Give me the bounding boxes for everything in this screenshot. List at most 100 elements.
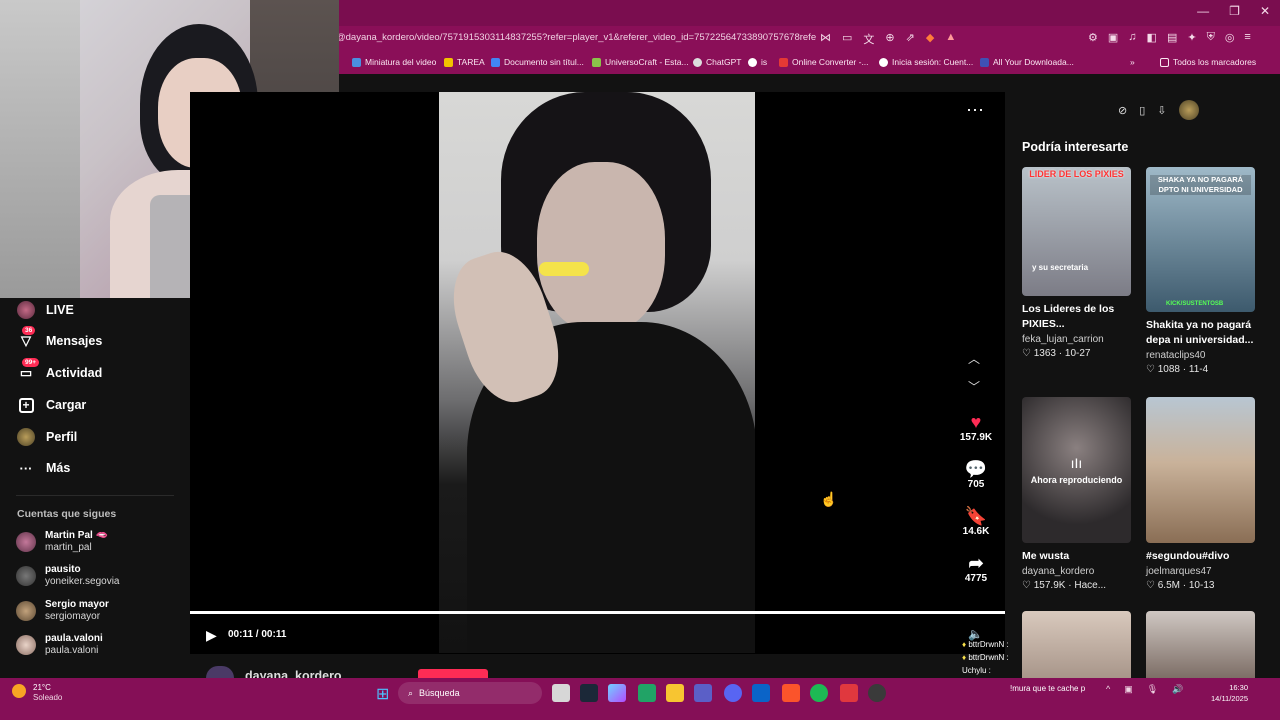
sidebar-item-upload[interactable]: + Cargar [16, 395, 86, 415]
profile-icon [16, 427, 36, 447]
recommendations-title: Podría interesarte [1022, 140, 1129, 154]
sidebar-icon[interactable]: ◧ [1147, 31, 1157, 44]
bookmark-item[interactable]: is [748, 57, 767, 67]
translate-icon[interactable]: 文 [863, 31, 874, 47]
avatar [16, 635, 36, 655]
minimize-icon[interactable]: — [1197, 4, 1209, 18]
sidebar-item-live[interactable]: LIVE [16, 300, 74, 320]
brave-icon[interactable] [782, 684, 800, 702]
bookmark-item[interactable]: UniversoCraft - Esta... [592, 57, 689, 67]
speaker-icon[interactable]: 🔊 [1172, 684, 1183, 695]
all-bookmarks[interactable]: Todos los marcadores [1160, 57, 1256, 67]
share-icon[interactable]: ⇗ [906, 31, 915, 47]
folder-icon [1160, 57, 1169, 67]
spotify-icon[interactable] [810, 684, 828, 702]
play-icon[interactable]: ▶ [206, 627, 217, 644]
vpn-icon[interactable]: ⛨ [1207, 31, 1215, 44]
bookmark-item[interactable]: All Your Downloada... [980, 57, 1074, 67]
following-account[interactable]: Martin Pal 🫦 martin_pal [16, 530, 108, 554]
rec-thumbnail[interactable] [1146, 611, 1255, 678]
rec-card[interactable]: LIDER DE LOS PIXIES y su secretaria Los … [1022, 167, 1131, 359]
taskbar-search[interactable]: ⌕ Búsqueda [398, 682, 542, 704]
menu-icon[interactable]: ≡ [1244, 31, 1250, 44]
following-account[interactable]: Sergio mayor sergiomayor [16, 599, 109, 623]
user-avatar[interactable] [1178, 100, 1199, 120]
sidebar-item-activity[interactable]: ▭ 99+ Actividad [16, 358, 102, 383]
copilot-icon[interactable] [608, 684, 626, 702]
close-icon[interactable]: ✕ [1260, 4, 1270, 18]
more-options-icon[interactable]: ⋯ [966, 100, 984, 121]
following-account[interactable]: pausito yoneiker.segovia [16, 564, 120, 588]
ai-icon[interactable]: ✦ [1187, 31, 1196, 44]
rec-card[interactable]: #segundou#divo joelmarques47 ♡ 6.5M · 10… [1146, 397, 1255, 591]
download-icon[interactable]: ⇩ [1157, 104, 1166, 117]
chat-line: ♦ bttrDrwnN : [962, 640, 1009, 649]
avatar [16, 532, 36, 552]
author-name[interactable]: dayana_kordero [245, 669, 342, 678]
rec-meta: ♡ 1088 · 11-4 [1146, 364, 1209, 375]
rec-thumbnail[interactable] [1022, 611, 1131, 678]
tray-chevron-icon[interactable]: ^ [1106, 684, 1110, 695]
chevron-down-icon[interactable]: ﹀ [968, 378, 980, 395]
weather-icon[interactable] [12, 684, 26, 698]
sidebar-item-profile[interactable]: Perfil [16, 427, 77, 447]
app-icon[interactable] [840, 684, 858, 702]
chevron-up-icon[interactable]: ︿ [968, 350, 980, 367]
obs-icon[interactable] [868, 684, 886, 702]
audio-wave-icon: ıIı [1070, 455, 1083, 471]
bookmark-item[interactable]: Documento sin títul... [491, 57, 584, 67]
comment-button[interactable]: 💬 705 [956, 459, 996, 490]
like-button[interactable]: ♥ 157.9K [956, 412, 996, 443]
webcam-background [0, 0, 80, 298]
avatar [16, 601, 36, 621]
bookmark-item[interactable]: Inicia sesión: Cuent... [879, 57, 973, 67]
save-button[interactable]: 🔖 14.6K [956, 506, 996, 537]
rec-meta: ♡ 1363 · 10-27 [1022, 348, 1091, 359]
bookmark-item[interactable]: TAREA [444, 57, 485, 67]
outlook-icon[interactable] [752, 684, 770, 702]
device-icon[interactable]: ▯ [1139, 104, 1145, 117]
video-frame[interactable] [439, 92, 755, 653]
shield-icon[interactable]: ◎ [1225, 31, 1235, 44]
teams-icon[interactable] [694, 684, 712, 702]
file-explorer-icon[interactable] [666, 684, 684, 702]
bookmark-item[interactable]: ChatGPT [693, 57, 741, 67]
tab-icon[interactable]: ▤ [1167, 31, 1177, 44]
task-view-icon[interactable] [552, 684, 570, 702]
rec-meta: ♡ 6.5M · 10-13 [1146, 580, 1215, 591]
sidebar-item-more[interactable]: ··· Más [16, 458, 71, 478]
messages-icon: ▽ 36 [16, 326, 36, 351]
following-account[interactable]: paula.valoni paula.valoni [16, 633, 103, 657]
steam-icon[interactable] [580, 684, 598, 702]
zoom-icon[interactable]: ⊕ [885, 31, 894, 47]
sidebar-item-messages[interactable]: ▽ 36 Mensajes [16, 326, 102, 351]
tray-app-icon[interactable]: ▣ [1124, 684, 1133, 695]
system-tray: ^ ▣ 🎙 🔊 [1106, 684, 1183, 695]
wallet-icon[interactable]: ▣ [1108, 31, 1118, 44]
rewards-icon[interactable]: ▲ [945, 31, 956, 47]
follow-button[interactable] [418, 669, 488, 678]
rec-card[interactable]: ıIı Ahora reproduciendo Me wusta dayana_… [1022, 397, 1131, 591]
address-bar[interactable]: @dayana_kordero/video/757191530311483725… [336, 32, 816, 43]
windows-start-icon[interactable]: ⊞ [376, 684, 389, 704]
cast-icon[interactable]: ▭ [842, 31, 852, 47]
bookmark-item[interactable]: Online Converter -... [779, 57, 869, 67]
bookmark-item[interactable]: Miniatura del video [352, 57, 436, 67]
converter-icon [779, 57, 788, 67]
stream-chat-overlay: ♦ bttrDrwnN : ♦ bttrDrwnN : Uchylu : [962, 638, 1009, 677]
discord-icon[interactable] [724, 684, 742, 702]
brave-shield-icon[interactable]: ◆ [926, 31, 934, 47]
microphone-icon[interactable]: 🎙 [1147, 684, 1158, 695]
share-button[interactable]: ➦ 4775 [956, 553, 996, 584]
excel-icon[interactable] [638, 684, 656, 702]
music-icon[interactable]: ♫ [1128, 31, 1136, 44]
weather-desc: Soleado [33, 693, 63, 702]
maximize-icon[interactable]: ❐ [1229, 4, 1240, 18]
extensions-icon[interactable]: ⚙ [1088, 31, 1098, 44]
bookmarks-overflow-icon[interactable]: » [1130, 57, 1135, 67]
compass-icon[interactable]: ⊘ [1118, 104, 1127, 117]
rec-card[interactable]: SHAKA YA NO PAGARÁ DPTO NI UNIVERSIDAD K… [1146, 167, 1255, 375]
progress-bar[interactable] [190, 611, 1005, 614]
chat-ticker: !mura que te cache p [1010, 684, 1086, 693]
no-track-icon[interactable]: ⋈ [820, 31, 831, 47]
